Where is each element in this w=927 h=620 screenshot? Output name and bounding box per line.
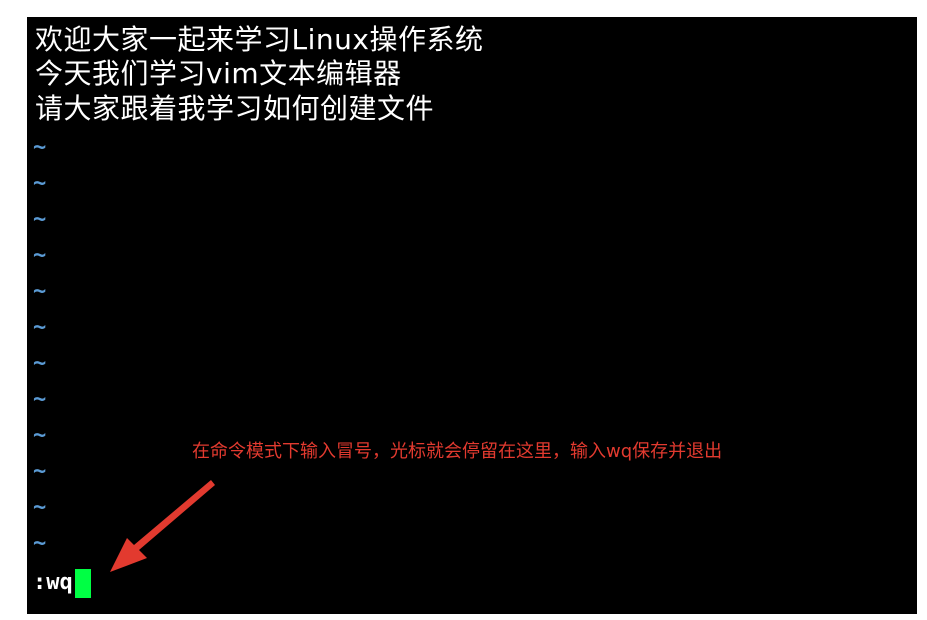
command-input-text: :wq xyxy=(33,570,73,595)
empty-line-marker: ~ xyxy=(33,531,47,556)
buffer-line-2: 今天我们学习vim文本编辑器 xyxy=(35,57,402,90)
empty-line-marker: ~ xyxy=(33,243,47,268)
text-cursor xyxy=(74,568,91,598)
command-line[interactable]: :wq xyxy=(33,568,91,598)
empty-line-marker: ~ xyxy=(33,279,47,304)
empty-line-marker: ~ xyxy=(33,423,47,448)
vim-terminal-window[interactable]: 欢迎大家一起来学习Linux操作系统 今天我们学习vim文本编辑器 请大家跟着我… xyxy=(27,17,917,614)
buffer-line-1: 欢迎大家一起来学习Linux操作系统 xyxy=(35,23,484,56)
empty-line-marker: ~ xyxy=(33,459,47,484)
empty-line-marker: ~ xyxy=(33,315,47,340)
buffer-line-3: 请大家跟着我学习如何创建文件 xyxy=(35,92,435,125)
empty-line-marker: ~ xyxy=(33,495,47,520)
annotation-label: 在命令模式下输入冒号，光标就会停留在这里，输入wq保存并退出 xyxy=(192,441,723,462)
empty-line-marker: ~ xyxy=(33,387,47,412)
empty-line-marker: ~ xyxy=(33,171,47,196)
empty-line-marker: ~ xyxy=(33,135,47,160)
empty-line-marker: ~ xyxy=(33,207,47,232)
empty-line-marker: ~ xyxy=(33,351,47,376)
